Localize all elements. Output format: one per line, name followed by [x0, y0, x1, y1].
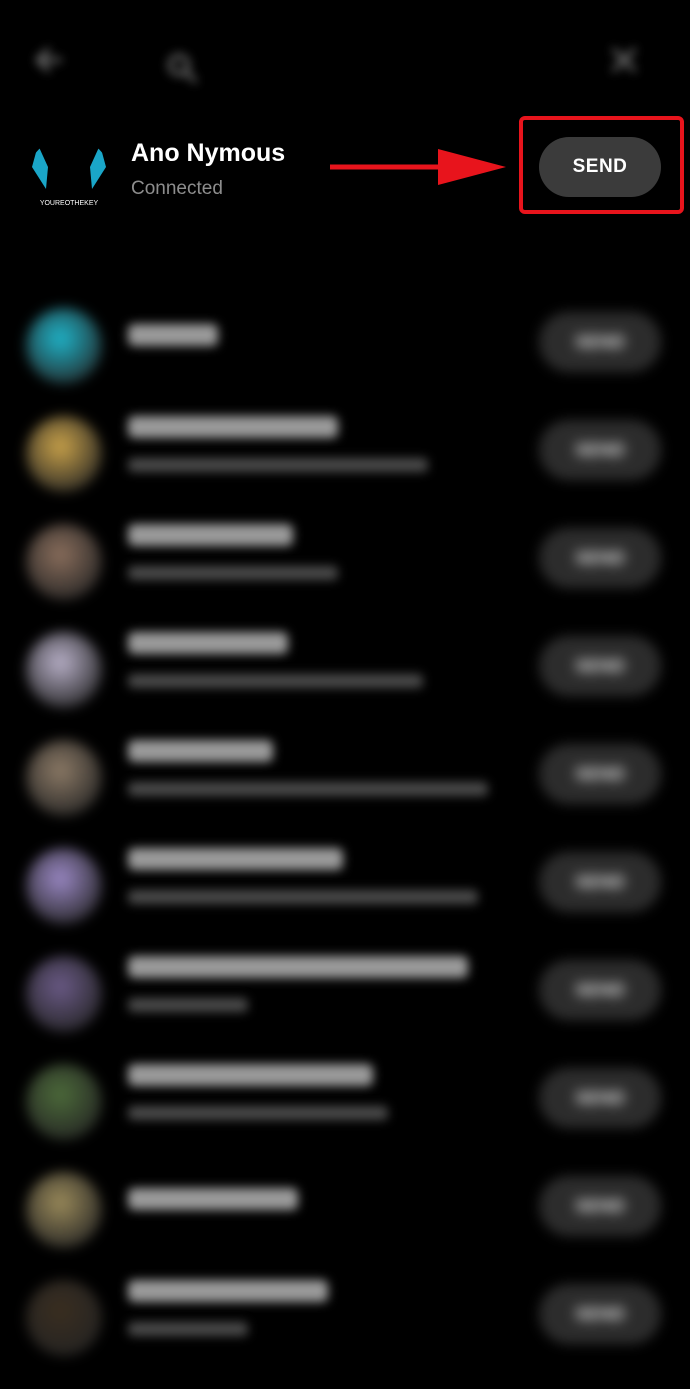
contact-status-blurred [128, 782, 488, 796]
top-bar [0, 0, 690, 120]
contact-status-blurred [128, 998, 248, 1012]
avatar [26, 740, 102, 816]
send-button[interactable]: SEND [539, 636, 661, 696]
avatar-logo-icon: YOUREOTHEKEY [26, 137, 112, 223]
send-button[interactable]: SEND [539, 744, 661, 804]
contact-name-blurred [128, 416, 338, 438]
avatar [26, 632, 102, 708]
send-button[interactable]: SEND [539, 960, 661, 1020]
contact-status-blurred [128, 1322, 248, 1336]
contact-row[interactable]: SEND [0, 396, 690, 504]
contact-row[interactable]: SEND [0, 612, 690, 720]
contact-row[interactable]: SEND [0, 288, 690, 396]
contact-row[interactable]: SEND [0, 936, 690, 1044]
avatar [26, 1172, 102, 1248]
contact-status: Connected [131, 178, 223, 199]
search-icon[interactable] [164, 50, 200, 86]
contact-name-blurred [128, 956, 468, 978]
contact-row[interactable]: SEND [0, 828, 690, 936]
send-button[interactable]: SEND [539, 312, 661, 372]
red-arrow-annotation [330, 149, 506, 185]
send-button[interactable]: SEND [539, 137, 661, 197]
send-button[interactable]: SEND [539, 1284, 661, 1344]
contact-name: Ano Nymous [131, 139, 286, 167]
contact-name-blurred [128, 324, 218, 346]
avatar [26, 416, 102, 492]
avatar [26, 308, 102, 384]
contact-name-blurred [128, 1188, 298, 1210]
highlighted-contact-row: YOUREOTHEKEY Ano Nymous Connected SEND [0, 115, 690, 225]
contact-name-blurred [128, 848, 343, 870]
contact-status-blurred [128, 566, 338, 580]
back-arrow-icon[interactable] [32, 42, 68, 78]
avatar [26, 524, 102, 600]
send-button[interactable]: SEND [539, 528, 661, 588]
contact-status-blurred [128, 674, 423, 688]
send-button[interactable]: SEND [539, 1176, 661, 1236]
send-button[interactable]: SEND [539, 852, 661, 912]
contact-row[interactable]: SEND [0, 1044, 690, 1152]
avatar [26, 956, 102, 1032]
send-button[interactable]: SEND [539, 420, 661, 480]
avatar [26, 1280, 102, 1356]
send-button[interactable]: SEND [539, 1068, 661, 1128]
avatar [26, 1064, 102, 1140]
avatar-logo-text: YOUREOTHEKEY [40, 200, 99, 207]
contact-status-blurred [128, 458, 428, 472]
avatar: YOUREOTHEKEY [26, 137, 112, 223]
contact-name-blurred [128, 1280, 328, 1302]
contact-name-blurred [128, 632, 288, 654]
avatar [26, 848, 102, 924]
close-icon[interactable] [606, 42, 642, 78]
contact-status-blurred [128, 1106, 388, 1120]
contact-name-blurred [128, 740, 273, 762]
contact-row[interactable]: SEND [0, 1260, 690, 1368]
contact-name-blurred [128, 524, 293, 546]
contact-status-blurred [128, 890, 478, 904]
contact-row[interactable]: SEND [0, 1152, 690, 1260]
contact-name-blurred [128, 1064, 373, 1086]
contact-row[interactable]: SEND [0, 504, 690, 612]
contact-row[interactable]: SEND [0, 720, 690, 828]
